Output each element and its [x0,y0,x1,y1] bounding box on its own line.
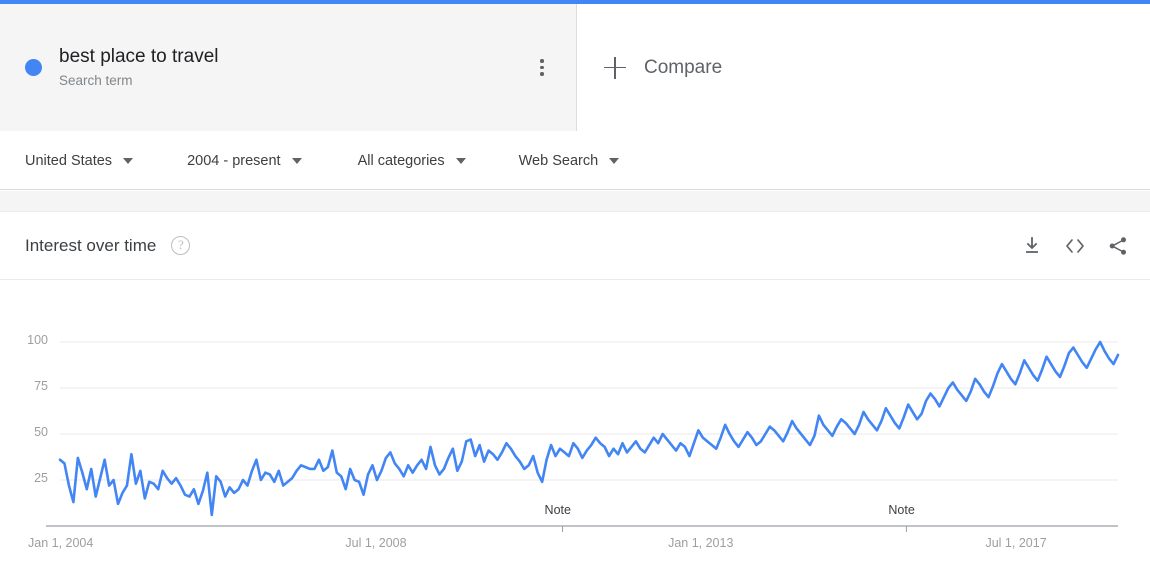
x-axis-tick-label: Jul 1, 2008 [345,536,407,550]
filter-category[interactable]: All categories [358,132,466,190]
series-line-best-place-to-travel[interactable] [58,340,1120,517]
search-terms-row: best place to travel Search term Compare [0,4,1150,131]
share-icon[interactable] [1108,236,1128,256]
section-gutter [0,191,1150,211]
y-axis-tick-label: 100 [27,333,48,347]
plus-icon [604,56,626,79]
y-axis-tick-label: 75 [34,379,48,393]
chart-header: Interest over time ? [0,212,1150,280]
x-axis-tick-label: Jul 1, 2017 [985,536,1047,550]
filter-bar: United States 2004 - present All categor… [0,132,1150,190]
question-mark-icon[interactable]: ? [171,236,191,255]
filter-category-label: All categories [357,152,445,169]
x-axis-tick-label: Jan 1, 2004 [28,536,94,550]
kebab-menu-icon[interactable] [530,56,554,80]
chevron-down-icon [455,157,466,164]
series-color-dot [25,59,42,76]
compare-label: Compare [644,56,723,78]
y-axis-tick-label: 25 [34,471,48,485]
chart-note-annotation[interactable]: Note [545,503,571,517]
filter-time-range-label: 2004 - present [187,152,281,169]
compare-button[interactable]: Compare [577,4,1150,131]
chart-title: Interest over time [25,235,157,255]
search-term-title: best place to travel [59,45,219,67]
chevron-down-icon [123,157,134,164]
chart-plot-area: 25 50 75 100 Jan 1, 2004 Jul 1, 2008 Jan 1, 20… [0,280,1150,569]
chevron-down-icon [609,157,620,164]
code-embed-icon[interactable] [1064,236,1086,256]
trends-line-chart[interactable] [0,280,1150,569]
chart-actions [1022,236,1128,256]
filter-search-type-label: Web Search [518,152,599,169]
filter-time-range[interactable]: 2004 - present [187,132,302,190]
interest-over-time-card: Interest over time ? 25 50 75 100 Jan 1,… [0,211,1150,569]
y-axis-tick-label: 50 [34,425,48,439]
download-icon[interactable] [1022,236,1042,256]
x-axis-tick-label: Jan 1, 2013 [668,536,734,550]
google-trends-page: best place to travel Search term Compare… [0,0,1150,569]
search-term-texts: best place to travel Search term [59,45,218,91]
filter-location[interactable]: United States [25,132,134,190]
chevron-down-icon [291,157,302,164]
chart-note-annotation[interactable]: Note [888,503,914,517]
filter-location-label: United States [25,152,113,169]
search-term-subtitle: Search term [59,72,133,88]
filter-search-type[interactable]: Web Search [519,132,620,190]
search-term-card[interactable]: best place to travel Search term [0,4,577,131]
